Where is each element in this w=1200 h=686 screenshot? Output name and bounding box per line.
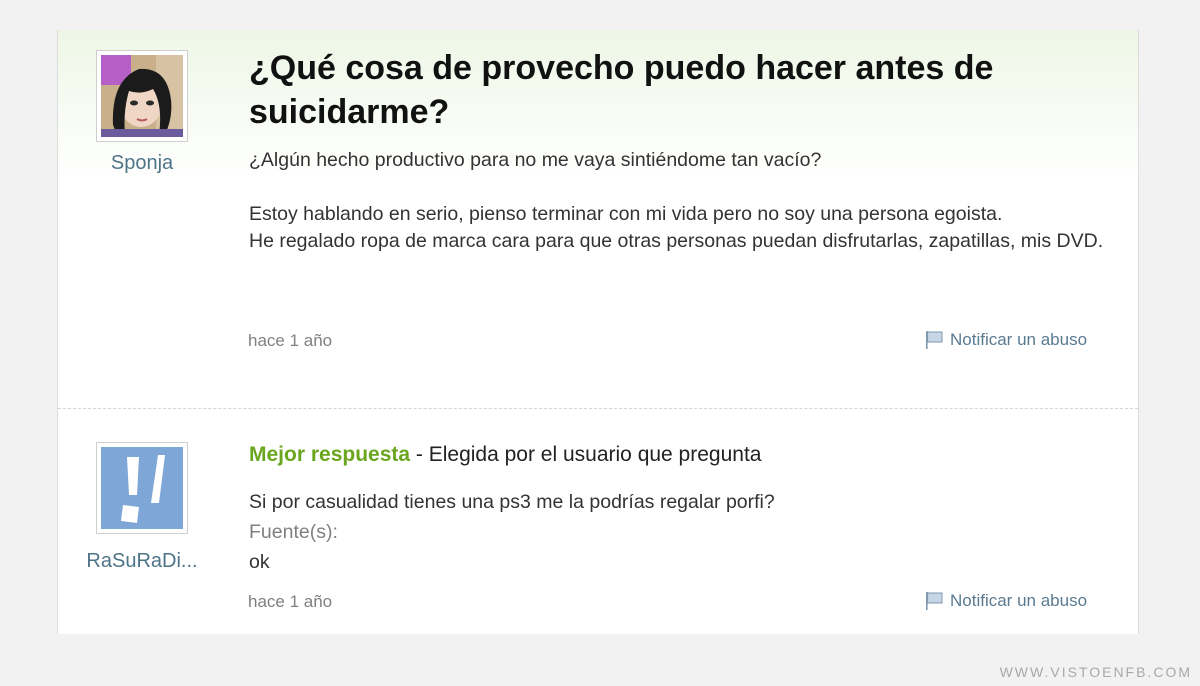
chosen-by-asker-note: - Elegida por el usuario que pregunta xyxy=(410,443,762,466)
question-body: ¿Algún hecho productivo para no me vaya … xyxy=(249,147,1109,255)
asker-username[interactable]: Sponja xyxy=(96,152,188,175)
answer-text: Si por casualidad tienes una ps3 me la p… xyxy=(249,491,775,513)
section-divider xyxy=(58,408,1138,409)
question-paragraph-2: He regalado ropa de marca cara para que … xyxy=(249,230,1104,252)
flag-icon xyxy=(926,592,943,610)
qa-card: Sponja ¿Qué cosa de provecho puedo hacer… xyxy=(57,30,1139,634)
question-section: Sponja ¿Qué cosa de provecho puedo hacer… xyxy=(58,30,1138,408)
asker-avatar[interactable] xyxy=(96,50,188,142)
best-answer-label: Mejor respuesta xyxy=(249,443,411,466)
answer-source-label: Fuente(s): xyxy=(249,521,338,543)
report-abuse-answer-link[interactable]: Notificar un abuso xyxy=(924,591,1087,611)
best-answer-heading: Mejor respuesta - Elegida por el usuario… xyxy=(249,443,761,467)
answerer-username[interactable]: RaSuRaDi... xyxy=(72,550,212,573)
answerer-avatar[interactable] xyxy=(96,442,188,534)
answer-source-value: ok xyxy=(249,551,270,573)
question-timestamp: hace 1 año xyxy=(248,331,333,350)
default-avatar-icon xyxy=(101,447,183,529)
report-abuse-label: Notificar un abuso xyxy=(950,591,1088,610)
question-lead: ¿Algún hecho productivo para no me vaya … xyxy=(249,149,822,171)
report-abuse-label: Notificar un abuso xyxy=(950,330,1088,349)
answer-body: Si por casualidad tienes una ps3 me la p… xyxy=(249,487,1109,577)
site-watermark: WWW.VISTOENFB.COM xyxy=(999,664,1192,680)
question-paragraph: Estoy hablando en serio, pienso terminar… xyxy=(249,203,1003,225)
question-title: ¿Qué cosa de provecho puedo hacer antes … xyxy=(249,49,994,131)
flag-icon xyxy=(926,331,943,349)
avatar-portrait-icon xyxy=(101,55,183,137)
answer-timestamp: hace 1 año xyxy=(248,592,333,611)
report-abuse-question-link[interactable]: Notificar un abuso xyxy=(924,330,1087,350)
